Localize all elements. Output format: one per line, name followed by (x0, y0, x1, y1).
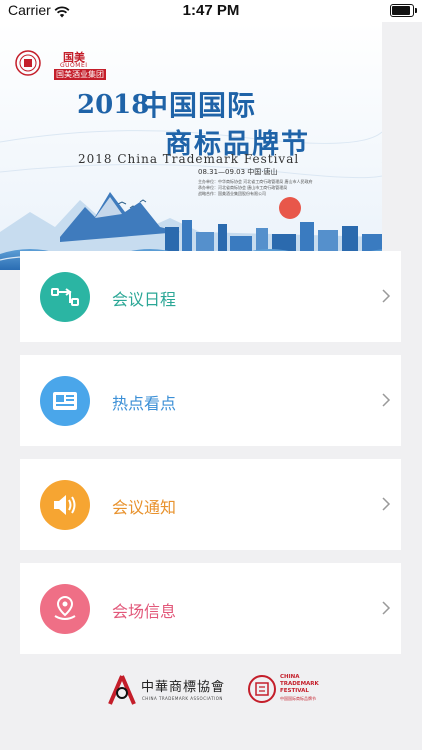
festival-name-en: TRADEMARK (280, 681, 319, 687)
location-pin-icon (40, 584, 90, 634)
association-name-cn: 中華商標協會 (141, 680, 226, 695)
status-bar: Carrier 1:47 PM (0, 0, 422, 22)
chevron-right-icon (382, 289, 391, 303)
guomei-group-name: 国美酒业集团 (54, 69, 106, 80)
menu-item-label: 会议日程 (112, 290, 177, 309)
chevron-right-icon (382, 497, 391, 511)
menu-item-highlights[interactable]: 热点看点 (20, 355, 401, 446)
menu-item-notices[interactable]: 会议通知 (20, 459, 401, 550)
speaker-icon (40, 480, 90, 530)
clock: 1:47 PM (182, 2, 240, 19)
banner-title-en: 2018 China Trademark Festival (78, 152, 300, 166)
chevron-right-icon (382, 601, 391, 615)
newspaper-icon (40, 376, 90, 426)
chevron-right-icon (382, 393, 391, 407)
battery-icon (390, 4, 417, 17)
banner-title-line1: 中国国际 (140, 89, 257, 122)
association-name-en: CHINA TRADEMARK ASSOCIATION (142, 696, 223, 701)
schedule-flow-icon (40, 272, 90, 322)
banner-credit-line: 战略合作：国美酒业集团股份有限公司 (198, 191, 266, 196)
banner-year: 2018 (77, 90, 150, 120)
guomei-logo-en: GUOMEI (60, 62, 88, 69)
banner-date: 08.31—09.03 中国·唐山 (198, 168, 278, 176)
festival-name-en: FESTIVAL (280, 688, 309, 694)
festival-name-en: CHINA (280, 674, 300, 680)
menu-item-label: 会场信息 (112, 602, 177, 621)
footer-logos: 中華商標協會 CHINA TRADEMARK ASSOCIATION CHINA… (0, 660, 422, 720)
association-logo-icon (108, 675, 136, 705)
menu-item-label: 热点看点 (112, 394, 177, 413)
festival-banner[interactable]: 国美 GUOMEI 国美酒业集团 2018 中国国际 商标品牌节 2018 Ch… (0, 22, 382, 270)
menu-item-venue[interactable]: 会场信息 (20, 563, 401, 654)
festival-seal-icon (248, 675, 276, 703)
festival-name-cn: 中国国际商标品牌节 (280, 696, 316, 701)
menu-item-schedule[interactable]: 会议日程 (20, 251, 401, 342)
menu-item-label: 会议通知 (112, 498, 177, 517)
battery-level (392, 6, 410, 15)
